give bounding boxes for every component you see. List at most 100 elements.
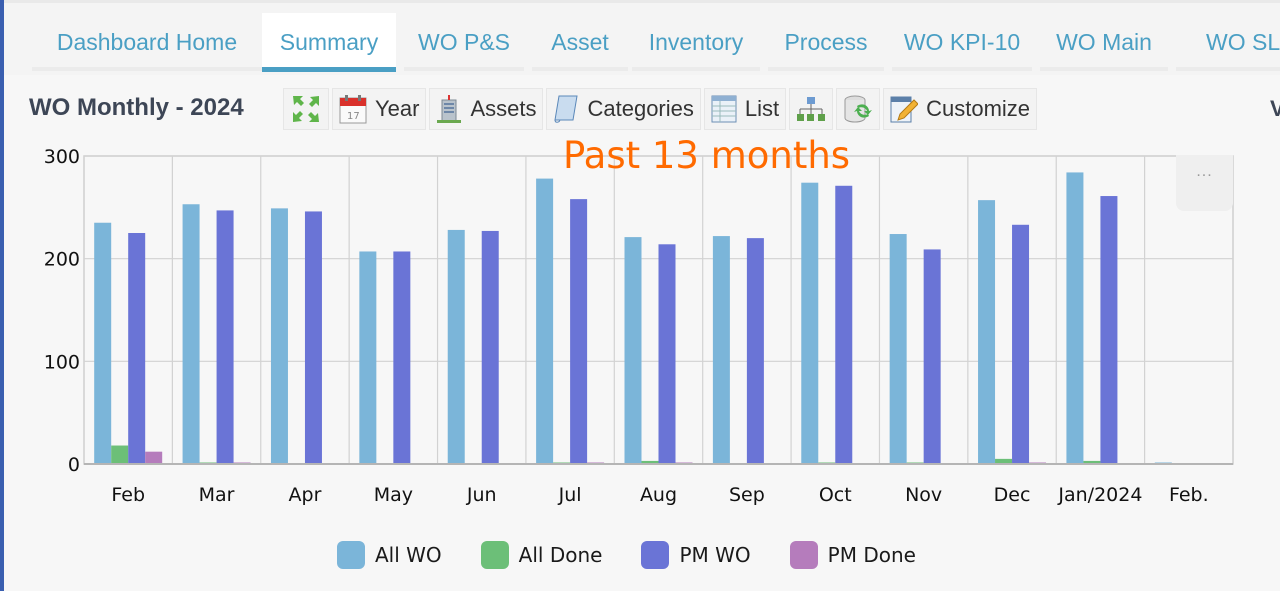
scroll-icon xyxy=(554,95,579,123)
tab-label: Process xyxy=(784,28,868,55)
bar-pm-done xyxy=(145,451,163,464)
tab-dashboard-home[interactable]: Dashboard Home xyxy=(32,13,262,71)
legend-swatch xyxy=(641,541,670,569)
expand-button[interactable] xyxy=(283,88,329,130)
table-list-icon xyxy=(711,95,737,123)
panel-title: WO Monthly - 2024 xyxy=(29,94,244,121)
legend-label: PM Done xyxy=(827,543,916,567)
tab-label: WO Main xyxy=(1056,28,1152,55)
x-tick-label: Apr xyxy=(289,484,322,506)
tab-wo-ps[interactable]: WO P&S xyxy=(404,13,524,71)
x-tick-label: May xyxy=(374,484,413,506)
chart-annotation: Past 13 months xyxy=(563,134,851,177)
x-tick-label: Feb. xyxy=(1169,484,1209,506)
bar-pm-wo xyxy=(570,199,588,464)
y-tick-label: 100 xyxy=(44,351,80,373)
bar-all-wo xyxy=(712,236,730,464)
hierarchy-icon xyxy=(797,97,826,121)
y-tick-label: 200 xyxy=(44,249,80,271)
y-tick-label: 300 xyxy=(44,146,80,168)
x-tick-label: Jul xyxy=(558,484,582,506)
tab-label: Summary xyxy=(279,28,379,55)
x-tick-label: Mar xyxy=(199,484,235,506)
x-tick-label: Jun xyxy=(466,484,497,506)
tab-label: Asset xyxy=(551,28,609,55)
bar-all-wo xyxy=(889,234,907,464)
bar-all-wo xyxy=(94,222,112,464)
year-label: Year xyxy=(375,96,420,121)
database-refresh-icon xyxy=(844,95,873,123)
building-icon xyxy=(437,95,462,123)
x-tick-label: Oct xyxy=(819,484,852,506)
chart-legend: All WO All Done PM WO PM Done xyxy=(337,541,955,569)
bar-all-wo xyxy=(270,208,288,464)
bar-pm-wo xyxy=(746,238,764,464)
bar-pm-wo xyxy=(393,251,411,464)
categories-button[interactable]: Categories xyxy=(546,88,701,130)
x-tick-label: Jan/2024 xyxy=(1057,484,1142,506)
tab-summary[interactable]: Summary xyxy=(262,13,396,72)
bar-all-wo xyxy=(978,200,996,464)
tab-wo-kpi-10[interactable]: WO KPI-10 xyxy=(892,13,1032,71)
bar-pm-wo xyxy=(1100,196,1118,464)
year-button[interactable]: 17 Year xyxy=(332,88,427,130)
x-tick-label: Sep xyxy=(729,484,765,506)
tab-asset[interactable]: Asset xyxy=(532,13,628,71)
svg-text:17: 17 xyxy=(347,111,360,122)
legend-swatch xyxy=(480,541,509,569)
chart-menu-button[interactable]: ... xyxy=(1176,155,1233,211)
bar-all-done xyxy=(111,445,129,464)
legend-item-pm-wo[interactable]: PM WO xyxy=(641,541,751,569)
categories-label: Categories xyxy=(587,96,694,121)
bar-all-wo xyxy=(359,251,377,464)
more-options-icon: ... xyxy=(1196,163,1213,180)
assets-label: Assets xyxy=(470,96,537,121)
tab-label: Dashboard Home xyxy=(56,28,238,55)
list-label: List xyxy=(744,96,780,121)
x-tick-label: Dec xyxy=(994,484,1031,506)
legend-label: All Done xyxy=(518,543,603,567)
bar-pm-wo xyxy=(304,211,322,464)
hierarchy-button[interactable] xyxy=(789,88,834,130)
bar-pm-wo xyxy=(835,185,853,465)
tab-label: WO SL xyxy=(1206,28,1280,55)
legend-swatch xyxy=(789,541,818,569)
tab-bar: Dashboard Home Summary WO P&S Asset Inve… xyxy=(4,0,1280,75)
legend-item-pm-done[interactable]: PM Done xyxy=(789,541,916,569)
calendar-icon: 17 xyxy=(339,95,367,124)
legend-item-all-done[interactable]: All Done xyxy=(480,541,603,569)
legend-swatch xyxy=(337,541,365,569)
tab-label: Inventory xyxy=(648,28,744,55)
bar-pm-wo xyxy=(128,233,146,464)
legend-label: PM WO xyxy=(679,543,751,567)
bar-all-wo xyxy=(1066,172,1084,464)
clipped-text: V xyxy=(1270,96,1280,121)
bar-all-wo xyxy=(624,237,642,464)
x-tick-label: Aug xyxy=(640,484,677,506)
x-tick-label: Nov xyxy=(905,484,942,506)
y-tick-label: 0 xyxy=(68,454,80,476)
bar-pm-wo xyxy=(923,249,941,464)
customize-label: Customize xyxy=(926,96,1031,121)
chart-toolbar: 17 Year Assets Categories List Customize xyxy=(283,88,1040,132)
bar-pm-wo xyxy=(1012,224,1030,464)
tab-label: WO KPI-10 xyxy=(903,28,1021,55)
bar-all-wo xyxy=(801,182,819,464)
bar-pm-wo xyxy=(658,244,676,464)
tab-label: WO P&S xyxy=(417,28,510,55)
refresh-data-button[interactable] xyxy=(836,88,881,130)
bar-all-wo xyxy=(536,178,554,464)
bar-pm-wo xyxy=(216,210,234,464)
tab-process[interactable]: Process xyxy=(768,13,884,71)
expand-arrows-icon xyxy=(293,96,319,122)
assets-button[interactable]: Assets xyxy=(429,88,544,130)
legend-item-all-wo[interactable]: All WO xyxy=(337,541,442,569)
bar-pm-wo xyxy=(481,230,499,464)
tab-wo-main[interactable]: WO Main xyxy=(1040,13,1168,71)
bar-all-wo xyxy=(447,229,465,464)
customize-button[interactable]: Customize xyxy=(883,88,1038,130)
list-button[interactable]: List xyxy=(703,88,787,130)
tab-inventory[interactable]: Inventory xyxy=(632,13,760,71)
tab-wo-sl[interactable]: WO SL xyxy=(1176,13,1280,71)
bar-all-wo xyxy=(182,204,200,464)
